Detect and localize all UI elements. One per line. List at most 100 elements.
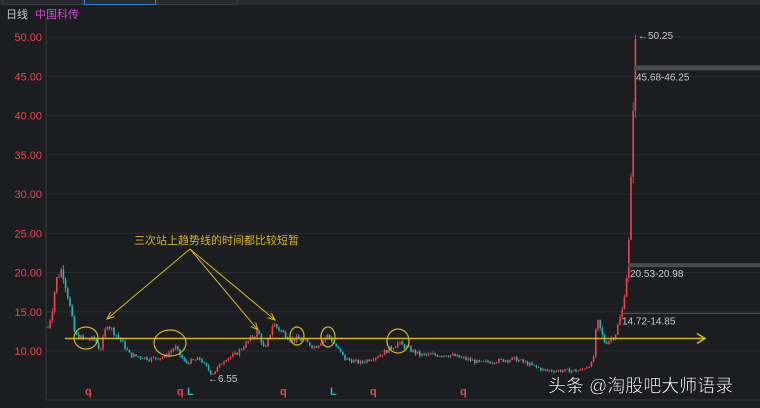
candle-body: [194, 359, 197, 361]
candle-body: [531, 362, 533, 365]
signal-marker: q: [85, 386, 92, 398]
candle-body: [148, 359, 150, 361]
candle-body: [590, 361, 593, 367]
candle-body: [452, 354, 454, 356]
candle-body: [436, 355, 439, 357]
candle-body: [207, 365, 210, 371]
candle-body: [577, 370, 579, 372]
candle-body: [137, 356, 139, 357]
candle-body: [430, 353, 432, 355]
candle-body: [104, 329, 106, 337]
candle-body: [491, 362, 494, 364]
candle-body: [51, 311, 54, 321]
candle-body: [449, 355, 452, 357]
candle-body: [276, 324, 278, 328]
candle-body: [115, 334, 117, 336]
candle-body: [518, 360, 520, 362]
candle-body: [64, 279, 67, 289]
candle-body: [575, 369, 577, 372]
candle-body: [533, 364, 535, 366]
candle-body: [579, 369, 582, 371]
candle-body: [520, 359, 522, 361]
candle-body: [177, 346, 179, 350]
level-label: 45.68-46.25: [636, 72, 690, 83]
low-price-label: ←6.55: [208, 374, 238, 385]
candle-body: [348, 358, 351, 361]
candle-body: [425, 354, 428, 355]
candle-body: [130, 352, 133, 358]
candle-body: [113, 327, 115, 335]
candle-body: [463, 357, 465, 359]
signal-marker: L: [330, 386, 337, 398]
candle-body: [315, 346, 318, 348]
candle-body: [60, 269, 62, 277]
candle-body: [128, 349, 131, 353]
candle-body: [126, 348, 128, 350]
candle-body: [326, 334, 329, 339]
chart-window: 日线 中国科传 10.00 15.00 20.00 25.00 30.00 35.00 40…: [0, 0, 760, 408]
candle-body: [161, 357, 164, 359]
candle-body: [489, 361, 491, 364]
candle-body: [493, 362, 496, 364]
candle-body: [313, 346, 315, 348]
candle-body: [141, 358, 144, 359]
candle-body: [557, 370, 560, 371]
candle-body: [159, 358, 161, 360]
candle-body: [397, 342, 399, 347]
candle-body: [546, 369, 549, 371]
candle-body: [144, 357, 146, 359]
candle-body: [573, 369, 575, 371]
annotation-arrow: [106, 248, 191, 320]
candle-body: [386, 350, 388, 353]
candle-body: [599, 319, 601, 328]
candle-body: [282, 330, 285, 333]
candle-body: [608, 340, 610, 344]
candle-body: [108, 327, 111, 329]
watermark: 头条 @淘股吧大师语录: [548, 376, 733, 396]
candle-body: [548, 370, 551, 372]
candle-body: [476, 360, 478, 364]
candle-body: [306, 339, 309, 343]
candle-body: [504, 360, 507, 362]
candle-body: [625, 277, 628, 297]
candlestick-chart[interactable]: 10.00 15.00 20.00 25.00 30.00 35.00 40.00 45.00…: [0, 0, 760, 408]
candle-body: [58, 276, 60, 278]
candle-body: [309, 342, 311, 346]
candle-body: [581, 368, 584, 370]
candle-body: [570, 370, 573, 373]
candle-body: [152, 357, 155, 359]
candle-body: [357, 359, 359, 364]
y-tick-label: 40.00: [14, 111, 42, 123]
candle-body: [335, 343, 337, 347]
candle-body: [192, 359, 194, 360]
candle-body: [344, 354, 346, 360]
candle-body: [265, 345, 267, 347]
candle-body: [320, 343, 322, 346]
signal-marker: q: [280, 386, 287, 398]
candle-body: [511, 357, 513, 361]
candle-body: [251, 336, 254, 338]
candle-body: [368, 359, 370, 361]
candle-body: [139, 356, 142, 359]
high-price-label: ←50.25: [638, 31, 673, 42]
candle-body: [383, 350, 386, 356]
candle-body: [117, 334, 120, 338]
candle-body: [566, 368, 568, 370]
y-tick-label: 15.00: [14, 307, 42, 319]
candle-body: [232, 354, 234, 357]
candle-body: [496, 362, 498, 364]
candle-body: [555, 370, 557, 373]
candle-body: [188, 362, 190, 364]
candle-body: [445, 355, 447, 357]
candle-body: [392, 348, 395, 349]
candle-body: [135, 354, 137, 357]
candle-body: [419, 351, 421, 356]
level-label: 14.72-14.85: [622, 316, 676, 327]
candle-body: [586, 367, 588, 369]
candle-body: [458, 355, 461, 358]
highlight-circle: [153, 329, 187, 357]
candle-body: [513, 356, 516, 358]
candle-body: [234, 352, 236, 355]
candle-body: [133, 354, 135, 358]
candle-body: [71, 306, 73, 317]
